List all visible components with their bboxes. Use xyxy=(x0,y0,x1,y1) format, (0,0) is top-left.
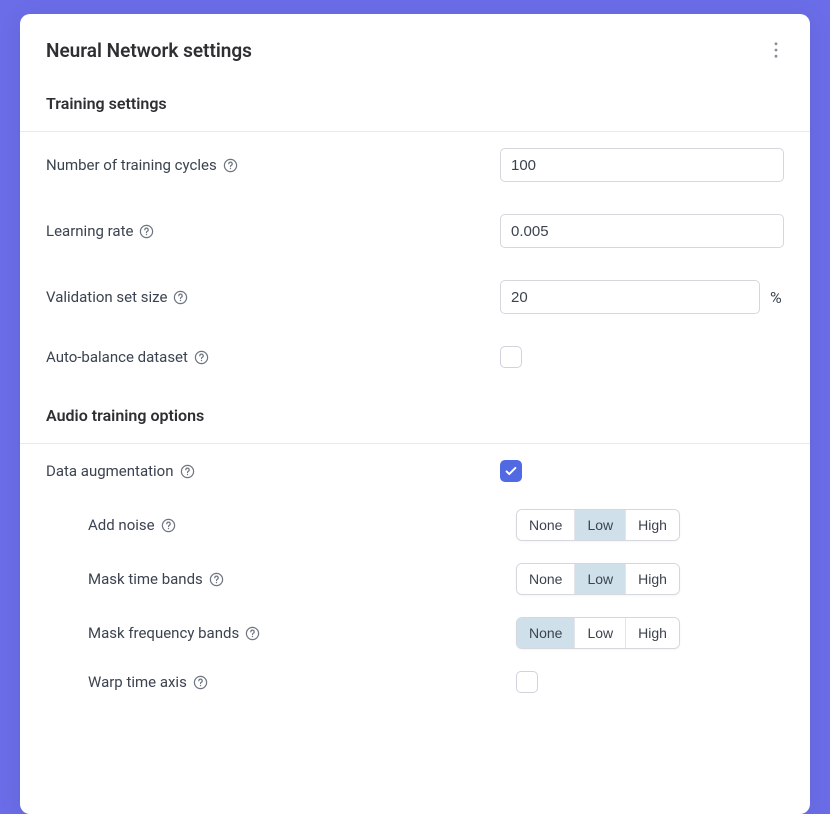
label-training-cycles: Number of training cycles xyxy=(46,156,500,174)
input-learning-rate[interactable] xyxy=(500,214,784,248)
card-title: Neural Network settings xyxy=(46,39,252,62)
more-vertical-icon xyxy=(774,42,778,58)
seg-option-none[interactable]: None xyxy=(517,510,575,540)
settings-card: Neural Network settings Training setting… xyxy=(20,14,810,814)
more-menu-button[interactable] xyxy=(768,38,784,62)
label-text: Warp time axis xyxy=(88,673,187,691)
seg-option-low[interactable]: Low xyxy=(575,564,626,594)
section-title-audio: Audio training options xyxy=(46,384,784,443)
help-icon[interactable] xyxy=(194,350,209,365)
segmented-mask-time: None Low High xyxy=(516,563,680,595)
section-title-training: Training settings xyxy=(46,76,784,131)
help-icon[interactable] xyxy=(180,464,195,479)
label-add-noise: Add noise xyxy=(46,516,500,534)
label-auto-balance: Auto-balance dataset xyxy=(46,348,500,366)
label-text: Learning rate xyxy=(46,222,133,240)
label-text: Mask time bands xyxy=(88,570,203,588)
help-icon[interactable] xyxy=(139,224,154,239)
label-data-augmentation: Data augmentation xyxy=(46,462,500,480)
input-validation-size[interactable] xyxy=(500,280,760,314)
seg-option-high[interactable]: High xyxy=(626,564,679,594)
help-icon[interactable] xyxy=(173,290,188,305)
row-mask-time-bands: Mask time bands None Low High xyxy=(46,552,784,606)
card-header: Neural Network settings xyxy=(20,14,810,76)
label-learning-rate: Learning rate xyxy=(46,222,500,240)
label-text: Auto-balance dataset xyxy=(46,348,188,366)
row-auto-balance: Auto-balance dataset xyxy=(46,330,784,384)
row-learning-rate: Learning rate xyxy=(46,198,784,264)
label-text: Number of training cycles xyxy=(46,156,217,174)
seg-option-none[interactable]: None xyxy=(517,618,575,648)
label-text: Validation set size xyxy=(46,288,167,306)
label-warp-time-axis: Warp time axis xyxy=(46,673,500,691)
section-audio: Audio training options xyxy=(20,384,810,443)
label-text: Add noise xyxy=(88,516,155,534)
segmented-add-noise: None Low High xyxy=(516,509,680,541)
label-validation-size: Validation set size xyxy=(46,288,500,306)
seg-option-low[interactable]: Low xyxy=(575,618,626,648)
help-icon[interactable] xyxy=(223,158,238,173)
row-warp-time-axis: Warp time axis xyxy=(46,660,784,704)
seg-option-none[interactable]: None xyxy=(517,564,575,594)
seg-option-high[interactable]: High xyxy=(626,618,679,648)
validation-size-suffix: % xyxy=(770,288,782,307)
help-icon[interactable] xyxy=(161,518,176,533)
help-icon[interactable] xyxy=(245,626,260,641)
row-add-noise: Add noise None Low High xyxy=(46,498,784,552)
checkbox-data-augmentation[interactable] xyxy=(500,460,522,482)
label-text: Mask frequency bands xyxy=(88,624,239,642)
help-icon[interactable] xyxy=(193,675,208,690)
seg-option-low[interactable]: Low xyxy=(575,510,626,540)
checkbox-auto-balance[interactable] xyxy=(500,346,522,368)
label-text: Data augmentation xyxy=(46,462,174,480)
check-icon xyxy=(504,464,518,478)
section-training: Training settings xyxy=(20,76,810,131)
checkbox-warp-time-axis[interactable] xyxy=(516,671,538,693)
input-training-cycles[interactable] xyxy=(500,148,784,182)
row-validation-size: Validation set size % xyxy=(46,264,784,330)
segmented-mask-freq: None Low High xyxy=(516,617,680,649)
row-data-augmentation: Data augmentation xyxy=(46,444,784,498)
label-mask-frequency-bands: Mask frequency bands xyxy=(46,624,500,642)
label-mask-time-bands: Mask time bands xyxy=(46,570,500,588)
help-icon[interactable] xyxy=(209,572,224,587)
seg-option-high[interactable]: High xyxy=(626,510,679,540)
row-training-cycles: Number of training cycles xyxy=(46,132,784,198)
row-mask-frequency-bands: Mask frequency bands None Low High xyxy=(46,606,784,660)
